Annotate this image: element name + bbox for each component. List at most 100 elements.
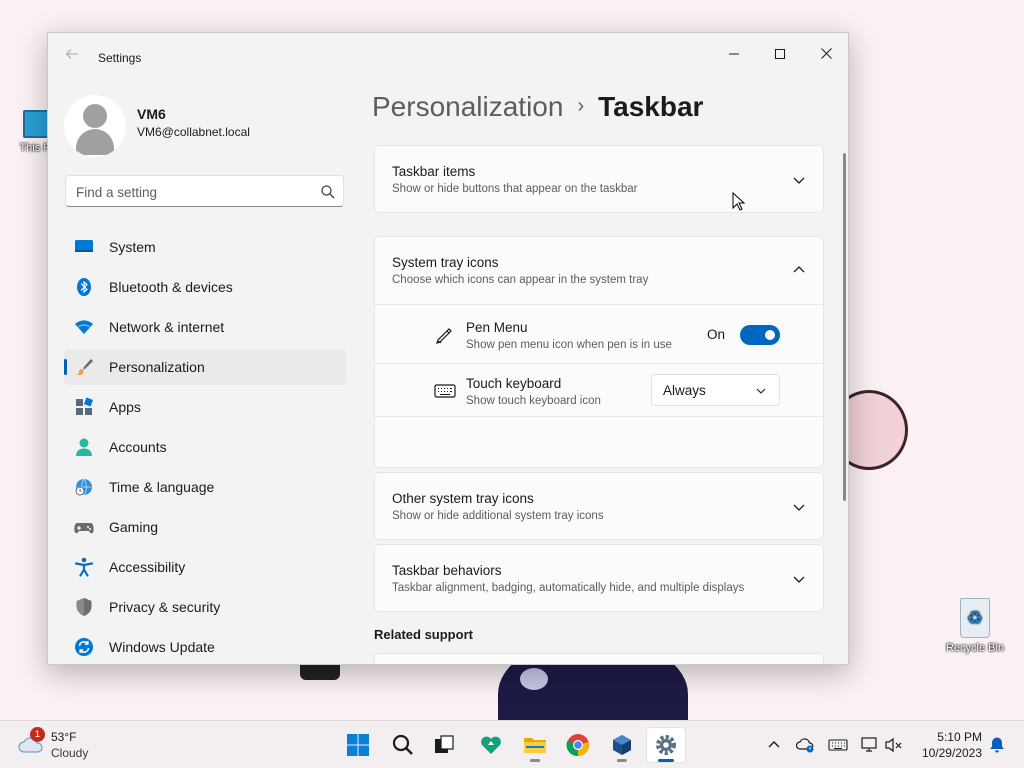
- sidebar-item-accounts[interactable]: Accounts: [64, 429, 346, 465]
- sidebar-nav: System Bluetooth & devices Network & int…: [64, 229, 346, 664]
- minimize-icon: [729, 53, 739, 55]
- update-icon: [75, 638, 93, 656]
- search-box[interactable]: [65, 175, 344, 207]
- volume-muted-icon[interactable]: [884, 735, 904, 755]
- sidebar-item-gaming[interactable]: Gaming: [64, 509, 346, 545]
- chevron-down-icon: [793, 504, 805, 511]
- system-icon: [75, 240, 93, 252]
- folder-icon: [524, 738, 546, 753]
- clock-time: 5:10 PM: [937, 730, 982, 744]
- keyboard-icon: [434, 384, 456, 398]
- window-title: Settings: [98, 51, 142, 65]
- system-tray-icons-card: System tray icons Choose which icons can…: [374, 236, 824, 468]
- sidebar-item-personalization[interactable]: Personalization: [64, 349, 346, 385]
- touch-keyboard-dropdown[interactable]: Always: [651, 374, 780, 406]
- display-icon[interactable]: [860, 735, 880, 755]
- chevron-down-icon: [756, 388, 766, 394]
- system-tray-icons-header[interactable]: System tray icons Choose which icons can…: [375, 237, 823, 304]
- row-title: Pen Menu: [466, 320, 528, 335]
- scrollbar[interactable]: [843, 153, 846, 501]
- pen-menu-toggle[interactable]: [740, 325, 780, 345]
- touch-keyboard-row: Touch keyboard Show touch keyboard icon …: [375, 363, 823, 416]
- sidebar-item-label: Windows Update: [109, 639, 215, 655]
- apps-icon: [76, 397, 93, 415]
- sidebar-item-label: Accessibility: [109, 559, 186, 575]
- heart-app-icon: [481, 736, 501, 754]
- sidebar-item-privacy[interactable]: Privacy & security: [64, 589, 346, 625]
- onedrive-icon[interactable]: [796, 735, 816, 755]
- sidebar-item-apps[interactable]: Apps: [64, 389, 346, 425]
- search-input[interactable]: [76, 182, 306, 202]
- wallpaper-shape: [520, 668, 548, 690]
- notification-bell-icon[interactable]: [988, 736, 1006, 754]
- maximize-icon: [775, 49, 785, 59]
- minimize-button[interactable]: [711, 39, 757, 71]
- back-button[interactable]: [62, 47, 82, 67]
- keyboard-icon[interactable]: [828, 735, 848, 755]
- weather-condition: Cloudy: [51, 746, 89, 760]
- chevron-up-icon: [793, 266, 805, 273]
- card-subtitle: Choose which icons can appear in the sys…: [392, 274, 649, 286]
- avatar[interactable]: [64, 95, 126, 157]
- globe-clock-icon: [75, 478, 92, 496]
- sidebar-item-windows-update[interactable]: Windows Update: [64, 629, 346, 664]
- pen-icon: [436, 328, 452, 344]
- sidebar-item-system[interactable]: System: [64, 229, 346, 265]
- card-subtitle: Show or hide buttons that appear on the …: [392, 183, 638, 195]
- back-arrow-icon: [65, 49, 78, 59]
- weather-temp: 53°F: [51, 730, 77, 744]
- mouse-cursor-icon: [732, 192, 746, 211]
- sidebar-item-accessibility[interactable]: Accessibility: [64, 549, 346, 585]
- sidebar-item-bluetooth[interactable]: Bluetooth & devices: [64, 269, 346, 305]
- card-title: Other system tray icons: [392, 491, 534, 506]
- profile-name: VM6: [137, 106, 166, 122]
- taskbar-search-button[interactable]: [383, 727, 423, 763]
- other-tray-icons-card[interactable]: Other system tray icons Show or hide add…: [374, 472, 824, 540]
- chevron-down-icon: [793, 177, 805, 184]
- start-button[interactable]: [338, 727, 378, 763]
- row-title: Touch keyboard: [466, 376, 562, 391]
- maximize-button[interactable]: [757, 39, 803, 71]
- sidebar-item-network[interactable]: Network & internet: [64, 309, 346, 345]
- taskbar-app-settings[interactable]: [646, 727, 686, 763]
- sidebar-item-time-language[interactable]: Time & language: [64, 469, 346, 505]
- system-clock[interactable]: 5:10 PM 10/29/2023: [912, 729, 982, 761]
- breadcrumb: Personalization › Taskbar: [372, 91, 703, 131]
- weather-badge: 1: [30, 727, 45, 742]
- taskbar-app-file-explorer[interactable]: [515, 727, 555, 763]
- toggle-knob: [765, 330, 775, 340]
- related-support-card[interactable]: [374, 653, 824, 664]
- gear-icon: [656, 735, 676, 755]
- breadcrumb-separator: ›: [577, 95, 585, 117]
- taskbar-app-copilot[interactable]: [471, 727, 511, 763]
- cube-icon: [613, 735, 631, 755]
- title-bar[interactable]: Settings: [48, 33, 848, 81]
- active-indicator: [658, 759, 674, 762]
- empty-row: [375, 416, 823, 468]
- recycle-bin-icon: ♻: [960, 598, 990, 638]
- chrome-icon: [566, 734, 589, 757]
- shield-icon: [76, 598, 92, 616]
- card-subtitle: Taskbar alignment, badging, automaticall…: [392, 582, 745, 594]
- weather-widget[interactable]: 1 53°F Cloudy: [14, 727, 104, 763]
- close-button[interactable]: [803, 39, 848, 71]
- desktop-icon-recycle-bin[interactable]: ♻ Recycle Bin: [940, 598, 1010, 654]
- taskbar-behaviors-card[interactable]: Taskbar behaviors Taskbar alignment, bad…: [374, 544, 824, 612]
- dropdown-value: Always: [663, 383, 706, 398]
- taskbar-app-virtualbox[interactable]: [602, 727, 642, 763]
- chevron-up-icon[interactable]: [764, 735, 784, 755]
- paintbrush-icon: [76, 359, 93, 375]
- breadcrumb-parent[interactable]: Personalization: [372, 91, 563, 122]
- search-icon[interactable]: [319, 183, 337, 201]
- running-indicator: [617, 759, 627, 762]
- card-subtitle: Show or hide additional system tray icon…: [392, 510, 604, 522]
- gamepad-icon: [74, 523, 94, 534]
- taskbar: 1 53°F Cloudy 5:10 PM 10/29/2023: [0, 720, 1024, 768]
- close-icon: [820, 48, 832, 59]
- windows-logo-icon: [347, 734, 369, 756]
- taskbar-items-card[interactable]: Taskbar items Show or hide buttons that …: [374, 145, 824, 213]
- taskbar-app-chrome[interactable]: [558, 727, 598, 763]
- toggle-state-label: On: [707, 327, 726, 342]
- bluetooth-icon: [77, 278, 91, 296]
- task-view-button[interactable]: [424, 727, 464, 763]
